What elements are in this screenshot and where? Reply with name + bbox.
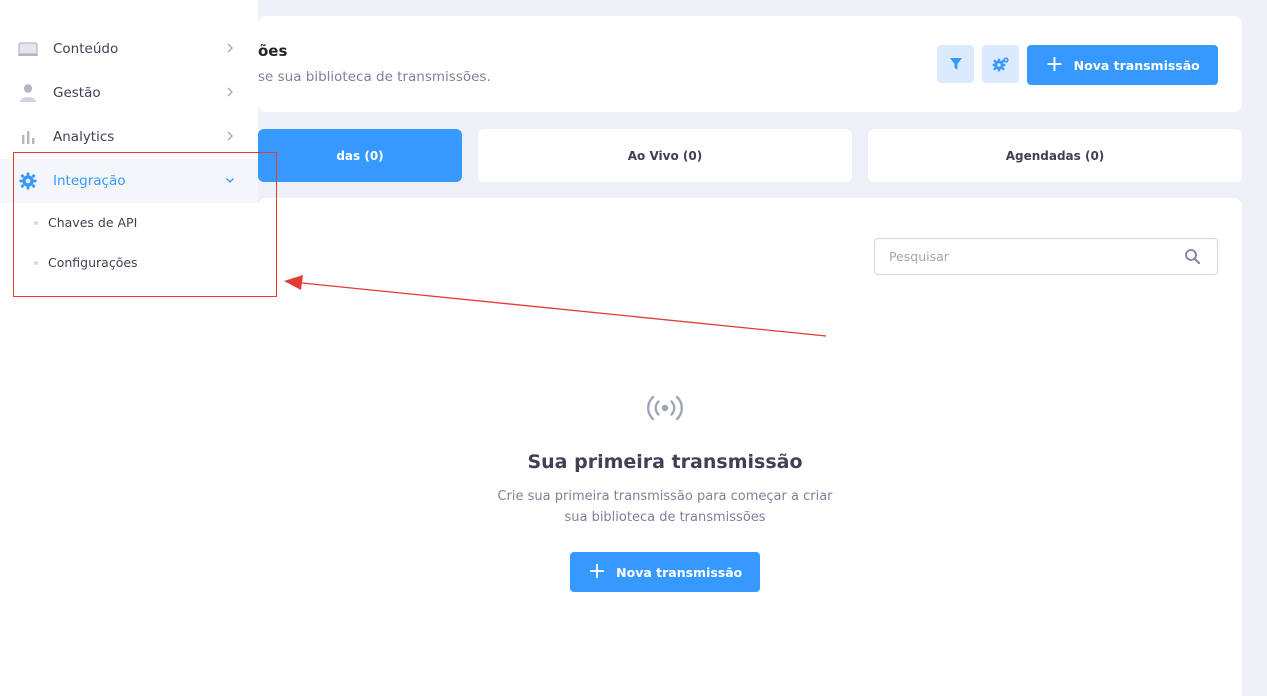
sidebar-item-content[interactable]: Conteúdo bbox=[0, 27, 258, 71]
chevron-right-icon bbox=[227, 43, 233, 53]
sidebar: Conteúdo Gestão Analytics Integração Cha… bbox=[0, 0, 258, 696]
broadcast-icon bbox=[647, 395, 683, 421]
empty-new-broadcast-button-label: Nova transmissão bbox=[616, 564, 743, 580]
page-title: ões bbox=[258, 42, 288, 60]
bar-chart-icon bbox=[17, 127, 39, 147]
sidebar-item-label: Analytics bbox=[53, 129, 115, 145]
sidebar-item-label: Conteúdo bbox=[53, 41, 119, 57]
tab-live[interactable]: Ao Vivo (0) bbox=[478, 129, 852, 182]
laptop-icon bbox=[17, 39, 39, 59]
bullet-icon bbox=[34, 221, 38, 225]
chevron-right-icon bbox=[227, 87, 233, 97]
sidebar-subitem-label: Chaves de API bbox=[48, 215, 138, 230]
empty-state-description: Crie sua primeira transmissão para começ… bbox=[497, 489, 833, 525]
gear-icon bbox=[17, 171, 39, 191]
chevron-right-icon bbox=[227, 131, 233, 141]
sidebar-item-analytics[interactable]: Analytics bbox=[0, 115, 258, 159]
tab-recorded-label: das (0) bbox=[336, 148, 384, 163]
sidebar-item-label: Gestão bbox=[53, 85, 101, 101]
plus-icon: + bbox=[1045, 52, 1064, 77]
filter-icon bbox=[949, 58, 962, 70]
page-header-card: ões se sua biblioteca de transmissões. +… bbox=[258, 16, 1242, 112]
sidebar-item-label: Integração bbox=[53, 173, 126, 189]
page-subtitle: se sua biblioteca de transmissões. bbox=[258, 69, 491, 85]
broadcast-list-card: Sua primeira transmissão Crie sua primei… bbox=[258, 198, 1242, 696]
chevron-down-icon bbox=[226, 178, 234, 183]
sidebar-item-management[interactable]: Gestão bbox=[0, 71, 258, 115]
new-broadcast-button-label: Nova transmissão bbox=[1073, 57, 1200, 73]
tab-scheduled[interactable]: Agendadas (0) bbox=[868, 129, 1242, 182]
tab-recorded[interactable]: das (0) bbox=[258, 129, 462, 182]
settings-button[interactable] bbox=[982, 45, 1019, 83]
user-icon bbox=[17, 83, 39, 103]
sidebar-subitem-settings[interactable]: Configurações bbox=[0, 246, 258, 280]
sidebar-subitem-label: Configurações bbox=[48, 255, 138, 270]
empty-state-title: Sua primeira transmissão bbox=[527, 451, 803, 473]
tab-scheduled-label: Agendadas (0) bbox=[1005, 148, 1105, 163]
sidebar-subitem-api-keys[interactable]: Chaves de API bbox=[0, 206, 258, 240]
search-box bbox=[874, 238, 1218, 275]
search-icon[interactable] bbox=[1184, 248, 1201, 265]
plus-icon: + bbox=[587, 559, 607, 584]
sidebar-item-integration[interactable]: Integração bbox=[0, 159, 258, 203]
new-broadcast-button[interactable]: + Nova transmissão bbox=[1027, 45, 1218, 85]
gears-icon bbox=[992, 57, 1009, 72]
bullet-icon bbox=[34, 261, 38, 265]
empty-new-broadcast-button[interactable]: + Nova transmissão bbox=[570, 552, 760, 592]
filter-button[interactable] bbox=[937, 45, 974, 83]
tab-live-label: Ao Vivo (0) bbox=[627, 148, 703, 163]
search-input[interactable] bbox=[875, 239, 1165, 274]
